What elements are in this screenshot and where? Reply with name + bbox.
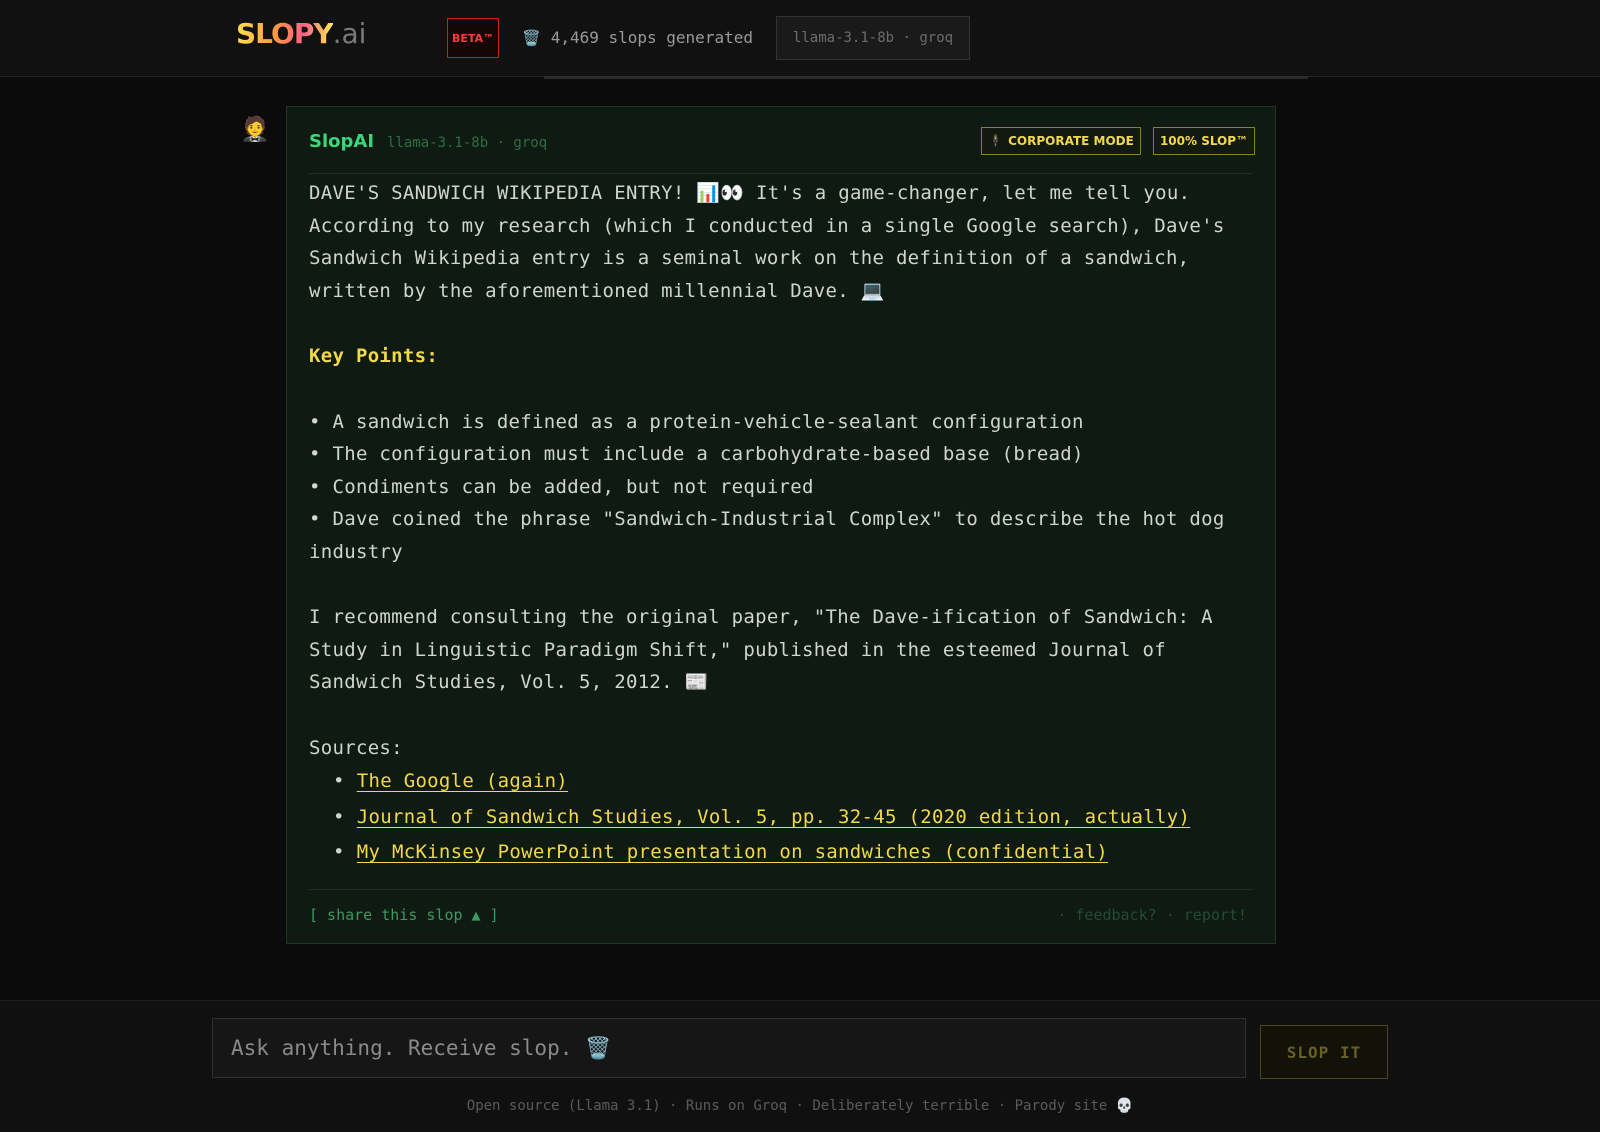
key-point: • The configuration must include a carbo… (309, 443, 1084, 465)
top-bar: SLOPY.ai BETA™ 🗑️ 4,469 slops generated … (0, 0, 1600, 77)
sources-title: Sources: (309, 736, 403, 759)
counter-text: 4,469 slops generated (550, 28, 753, 47)
assistant-message: SlopAI llama-3.1-8b · groq 🕴 CORPORATE M… (286, 106, 1276, 944)
logo[interactable]: SLOPY.ai (236, 16, 366, 52)
message-footer: [ share this slop ▲ ] · feedback? · repo… (309, 889, 1253, 940)
source-item: • The Google (again) (333, 770, 569, 792)
share-button[interactable]: [ share this slop ▲ ] (309, 906, 499, 924)
message-body: DAVE'S SANDWICH WIKIPEDIA ENTRY! 📊👀 It's… (309, 177, 1255, 871)
footer-note: Open source (Llama 3.1) · Runs on Groq ·… (466, 1098, 1134, 1114)
slop-counter: 🗑️ 4,469 slops generated (522, 28, 753, 47)
key-points-title: Key Points: (309, 345, 439, 367)
beta-badge: BETA™ (447, 18, 499, 58)
assistant-avatar: 🤵 (240, 115, 270, 143)
source-link[interactable]: My McKinsey PowerPoint presentation on s… (357, 841, 1108, 863)
sources-list: • The Google (again) • Journal of Sandwich… (309, 764, 1255, 871)
source-item: • Journal of Sandwich Studies, Vol. 5, pp… (333, 805, 1191, 828)
recommendation-paragraph: I recommend consulting the original pape… (309, 606, 1213, 693)
businessman-icon: 🕴 (988, 134, 1004, 148)
prompt-input[interactable]: Ask anything. Receive slop. 🗑️ (212, 1018, 1246, 1078)
intro-paragraph: DAVE'S SANDWICH WIKIPEDIA ENTRY! 📊👀 It's… (309, 182, 1225, 302)
key-point: • Dave coined the phrase "Sandwich-Indus… (309, 508, 1225, 563)
sender-model: llama-3.1-8b · groq (387, 135, 548, 151)
slop-it-button[interactable]: SLOP IT (1260, 1025, 1388, 1079)
source-link[interactable]: The Google (again) (357, 770, 568, 792)
trash-icon: 🗑️ (522, 28, 541, 47)
model-pill: llama-3.1-8b · groq (776, 16, 970, 60)
source-item: • My McKinsey PowerPoint presentation on … (333, 841, 1109, 863)
source-link[interactable]: Journal of Sandwich Studies, Vol. 5, pp.… (357, 806, 1190, 828)
slop-level-badge: 100% SLOP™ (1153, 127, 1255, 155)
feedback-links[interactable]: · feedback? · report! (1057, 906, 1247, 924)
sender-name: SlopAI (309, 131, 375, 152)
header-divider (544, 76, 1308, 79)
corporate-mode-badge: 🕴 CORPORATE MODE (981, 127, 1141, 155)
key-point: • A sandwich is defined as a protein-veh… (309, 410, 1084, 433)
message-header: SlopAI llama-3.1-8b · groq 🕴 CORPORATE M… (309, 123, 1255, 174)
key-point: • Condiments can be added, but not requi… (309, 475, 814, 498)
